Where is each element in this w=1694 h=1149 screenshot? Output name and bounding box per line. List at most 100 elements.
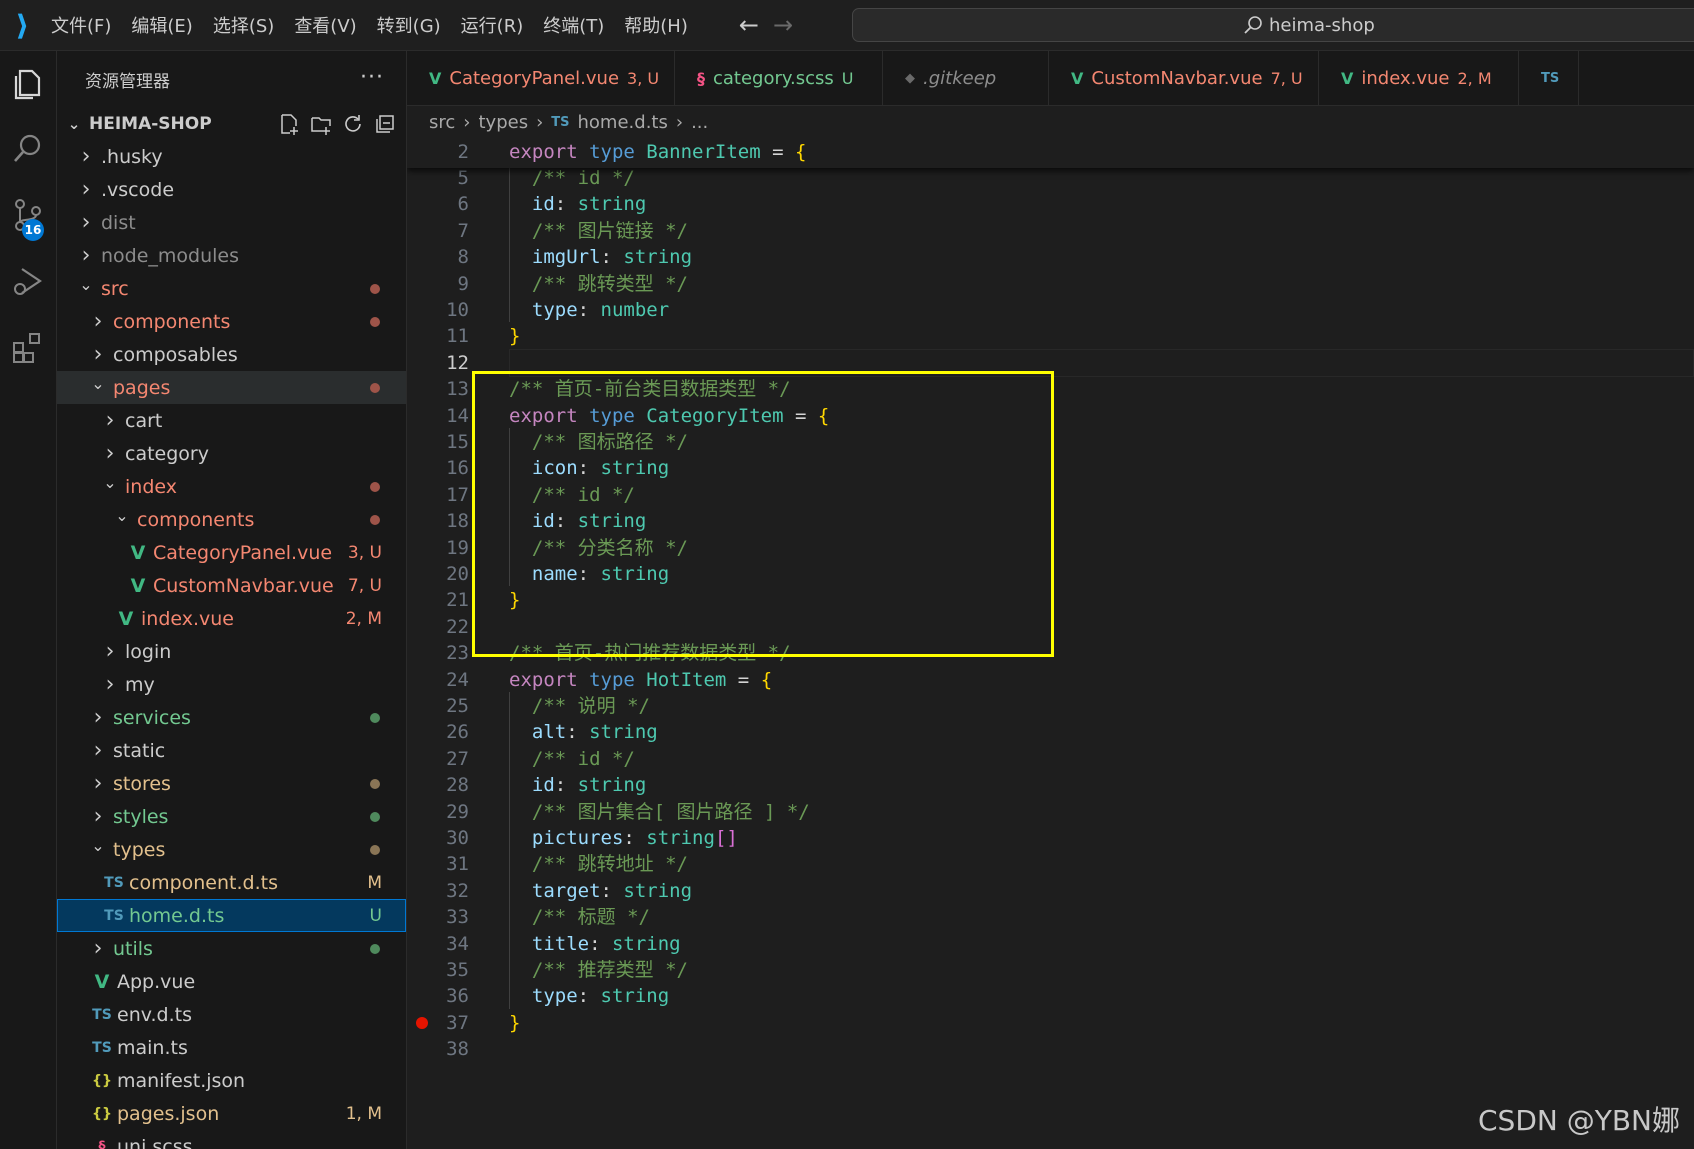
tree-item-label: pages (113, 376, 171, 399)
code-line: 11} (407, 322, 1694, 350)
menu-item[interactable]: 转到(G) (370, 6, 448, 44)
code-token: id (531, 774, 555, 797)
code-editor[interactable]: 5 /** id */6 id: string 7 /** 图片链接 */8 im… (407, 138, 1694, 1149)
tree-item-label: env.d.ts (117, 1003, 192, 1026)
new-folder-icon[interactable] (310, 113, 332, 135)
tree-item[interactable]: V CategoryPanel.vue 3, U (57, 536, 406, 569)
tree-item[interactable]: › components (57, 305, 406, 338)
tree-item[interactable]: › stores (57, 767, 406, 800)
back-arrow-icon[interactable]: ← (739, 11, 759, 39)
line-number: 12 (446, 351, 469, 374)
code-text: /** 推荐类型 */ (509, 956, 688, 984)
tree-item-label: home.d.ts (129, 904, 225, 927)
menu-item[interactable]: 选择(S) (206, 6, 281, 44)
code-text: id: string (509, 190, 646, 218)
code-token: type (589, 141, 647, 163)
tree-item[interactable]: › node_modules (57, 239, 406, 272)
tree-item-label: types (113, 838, 166, 861)
explorer-icon[interactable] (0, 53, 56, 113)
tree-item[interactable]: › .husky (57, 140, 406, 173)
tab-status: U (841, 68, 854, 88)
menu-bar: 文件(F) 编辑(E) 选择(S) 查看(V) 转到(G) 运行(R) 终端(T) 帮助(H) (44, 6, 695, 44)
menu-item[interactable]: 终端(T) (536, 6, 611, 44)
editor-tab[interactable]: TS (1519, 51, 1579, 105)
refresh-icon[interactable] (342, 113, 364, 135)
search-view-icon[interactable] (0, 119, 56, 179)
menu-item[interactable]: 帮助(H) (617, 6, 695, 44)
tree-item[interactable]: ⌄ components (57, 503, 406, 536)
tree-item[interactable]: Vindex.vue 2, M (57, 602, 406, 635)
tree-item[interactable]: › styles (57, 800, 406, 833)
menu-item[interactable]: 编辑(E) (124, 6, 199, 44)
tree-item[interactable]: ⌄ types (57, 833, 406, 866)
typescript-file-icon: TS (104, 907, 124, 924)
tree-item[interactable]: › services (57, 701, 406, 734)
editor-tab[interactable]: ◆ .gitkeep (883, 51, 1049, 105)
code-text: /** id */ (509, 164, 635, 192)
typescript-file-icon: TS (92, 1039, 112, 1056)
tree-item[interactable]: › my (57, 668, 406, 701)
more-actions-icon[interactable]: ··· (360, 65, 384, 90)
new-file-icon[interactable] (278, 113, 300, 135)
project-header[interactable]: ⌄ HEIMA-SHOP (57, 107, 406, 140)
tree-item-label: stores (113, 772, 171, 795)
tree-item[interactable]: › composables (57, 338, 406, 371)
code-line: 29 /** 图片集合[ 图片路径 ] */ (407, 798, 1694, 826)
tree-item[interactable]: TS home.d.ts U (57, 899, 406, 932)
forward-arrow-icon[interactable]: → (773, 11, 793, 39)
menu-item[interactable]: 文件(F) (44, 6, 118, 44)
code-text: } (509, 322, 520, 350)
extensions-icon[interactable] (0, 317, 56, 377)
code-line: 25 /** 说明 */ (407, 692, 1694, 720)
typescript-file-icon: TS (551, 114, 570, 130)
editor-tab[interactable]: V CategoryPanel.vue 3, U (407, 51, 675, 105)
tree-item[interactable]: › utils (57, 932, 406, 965)
breadcrumb-symbol[interactable]: ... (691, 112, 708, 133)
collapse-all-icon[interactable] (374, 113, 396, 135)
tree-item[interactable]: TS env.d.ts (57, 998, 406, 1031)
tree-item[interactable]: › .vscode (57, 173, 406, 206)
tree-item[interactable]: ⌄ pages (57, 371, 406, 404)
vscode-logo-icon: ⟩ (14, 8, 30, 42)
git-status-dot (370, 514, 380, 525)
line-number: 17 (446, 483, 469, 506)
tree-item[interactable]: › category (57, 437, 406, 470)
breadcrumb-file[interactable]: home.d.ts (578, 112, 668, 133)
code-text: title: string (509, 930, 681, 958)
editor-tab[interactable]: Vindex.vue 2, M (1319, 51, 1519, 105)
code-token: : (554, 774, 578, 797)
tree-item[interactable]: › cart (57, 404, 406, 437)
tree-item[interactable]: {} manifest.json (57, 1064, 406, 1097)
chevron-down-icon: ⌄ (67, 114, 81, 133)
tree-item[interactable]: V App.vue (57, 965, 406, 998)
tree-item[interactable]: TS main.ts (57, 1031, 406, 1064)
run-debug-icon[interactable] (0, 251, 56, 311)
code-token: /** 图片链接 */ (509, 219, 688, 242)
line-number: 14 (446, 404, 469, 427)
tree-item[interactable]: {} pages.json 1, M (57, 1097, 406, 1130)
breadcrumb-types[interactable]: types (478, 112, 528, 133)
tree-item[interactable]: ⌄ index (57, 470, 406, 503)
editor-tab[interactable]: V CustomNavbar.vue 7, U (1049, 51, 1319, 105)
sticky-scroll-header[interactable]: 2 export type BannerItem = { (407, 138, 1694, 168)
tree-item[interactable]: ⌄ src (57, 272, 406, 305)
source-control-icon[interactable]: 16 (0, 185, 56, 245)
tree-item[interactable]: › static (57, 734, 406, 767)
git-status-badge: U (369, 905, 382, 926)
command-center-search[interactable]: heima-shop (852, 8, 1694, 42)
tree-item[interactable]: › dist (57, 206, 406, 239)
code-text: export type HotItem = { (509, 666, 772, 694)
tree-item[interactable]: › login (57, 635, 406, 668)
scss-file-icon: § (697, 68, 705, 88)
menu-item[interactable]: 查看(V) (287, 6, 363, 44)
tree-item[interactable]: § uni.scss (57, 1130, 406, 1149)
code-text: /** id */ (509, 745, 635, 773)
vue-file-icon: V (130, 574, 146, 597)
vue-file-icon: V (429, 68, 442, 88)
tree-item[interactable]: V CustomNavbar.vue 7, U (57, 569, 406, 602)
editor-tab[interactable]: § category.scss U (675, 51, 883, 105)
breadcrumb-src[interactable]: src (429, 112, 455, 133)
menu-item[interactable]: 运行(R) (454, 6, 531, 44)
tree-item[interactable]: TS component.d.ts M (57, 866, 406, 899)
